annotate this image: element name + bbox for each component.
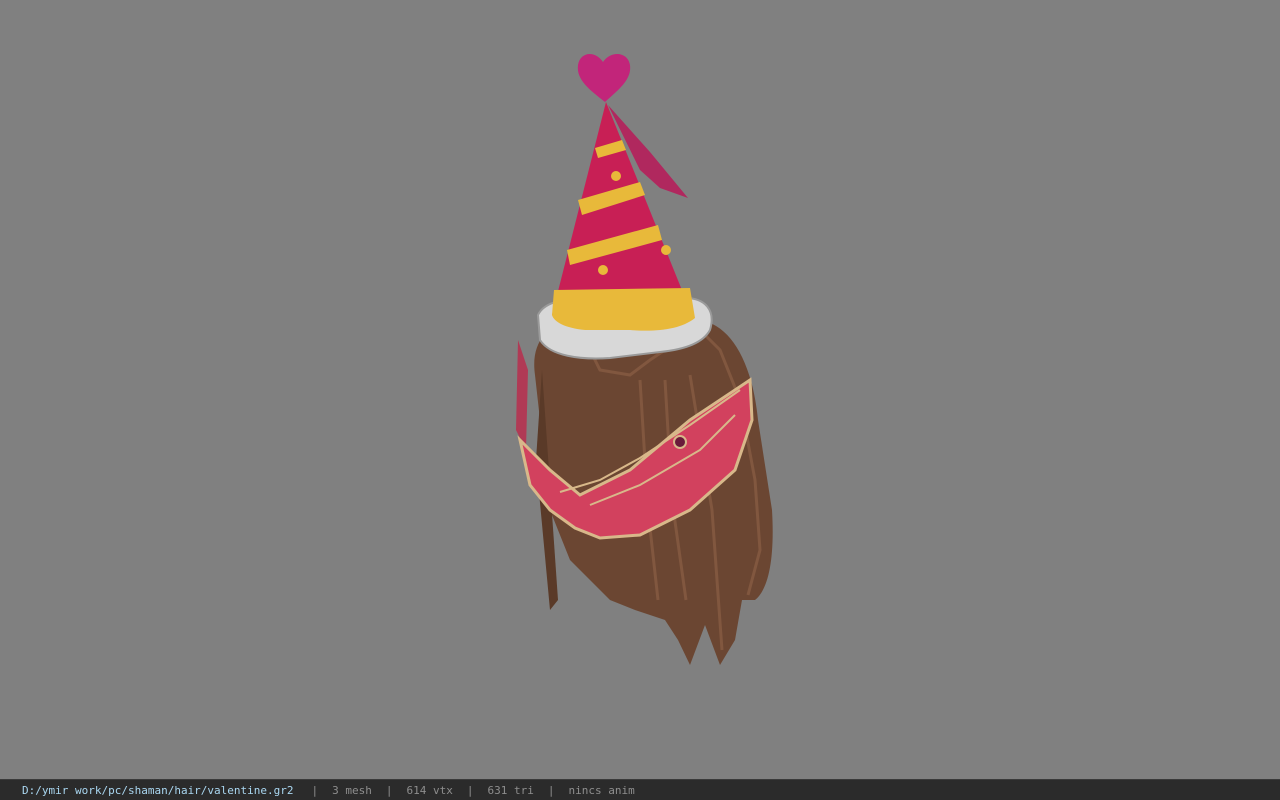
separator: | — [547, 783, 555, 797]
hat-scallop-band — [552, 288, 695, 331]
separator: | — [466, 783, 474, 797]
anim-status: nincs anim — [568, 783, 635, 797]
separator: | — [311, 783, 319, 797]
status-bar: D:/ymir work/pc/shaman/hair/valentine.gr… — [0, 779, 1280, 800]
file-path: D:/ymir work/pc/shaman/hair/valentine.gr… — [22, 783, 294, 797]
3d-viewport[interactable] — [0, 0, 1280, 779]
hat-dot — [611, 171, 621, 181]
party-hat-hair-model — [516, 54, 773, 665]
separator: | — [385, 783, 393, 797]
vertex-count: 614 vtx — [406, 783, 453, 797]
heart-icon — [577, 54, 631, 102]
hat-dot — [661, 245, 671, 255]
mask-gem — [673, 435, 687, 449]
triangle-count: 631 tri — [487, 783, 534, 797]
hair-side-lock-left-front — [516, 340, 528, 450]
mesh-count: 3 mesh — [332, 783, 372, 797]
hat-dot — [598, 265, 608, 275]
